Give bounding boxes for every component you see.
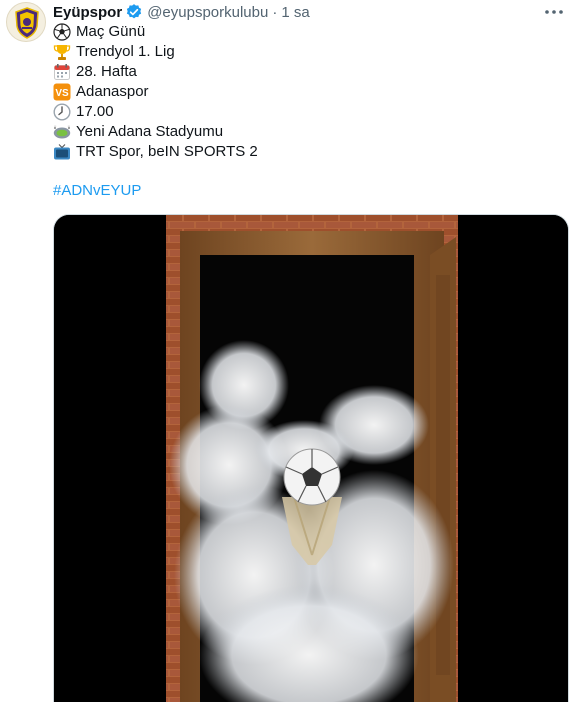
tweet-video[interactable] xyxy=(53,214,569,702)
more-options-icon[interactable] xyxy=(542,2,566,22)
line-match-day: Maç Günü xyxy=(53,22,553,42)
hashtag-link[interactable]: #ADNvEYUP xyxy=(53,181,141,201)
stadium-icon xyxy=(53,123,71,141)
avatar[interactable] xyxy=(6,2,46,42)
line-stadium: Yeni Adana Stadyumu xyxy=(53,122,553,142)
line-text: Maç Günü xyxy=(76,23,146,40)
television-icon xyxy=(53,143,71,161)
tweet-text: Maç Günü Trendyol 1. Lig 28. Hafta VS Ad… xyxy=(53,22,553,162)
trophy-icon xyxy=(53,43,71,61)
soccer-ball-icon xyxy=(53,23,71,41)
line-week: 28. Hafta xyxy=(53,62,553,82)
line-text: 17.00 xyxy=(76,103,114,120)
vs-icon: VS xyxy=(53,83,71,101)
line-broadcast: TRT Spor, beIN SPORTS 2 xyxy=(53,142,553,162)
display-name[interactable]: Eyüpspor xyxy=(53,4,122,21)
verified-badge-icon xyxy=(125,3,143,21)
door-smoke-trophy-image xyxy=(54,215,568,702)
line-text: TRT Spor, beIN SPORTS 2 xyxy=(76,143,258,160)
line-opponent: VS Adanaspor xyxy=(53,82,553,102)
timestamp[interactable]: 1 sa xyxy=(281,4,309,21)
line-text: Yeni Adana Stadyumu xyxy=(76,123,224,140)
handle[interactable]: @eyupsporkulubu xyxy=(147,4,268,21)
vs-badge-text: VS xyxy=(55,88,69,99)
calendar-icon xyxy=(53,63,71,81)
line-text: Trendyol 1. Lig xyxy=(76,43,175,60)
separator-dot: · xyxy=(272,3,278,21)
tweet-header: Eyüpspor @eyupsporkulubu · 1 sa xyxy=(53,2,310,22)
clock-icon xyxy=(53,103,71,121)
club-crest-icon xyxy=(15,7,39,39)
line-league: Trendyol 1. Lig xyxy=(53,42,553,62)
line-text: 28. Hafta xyxy=(76,63,137,80)
line-time: 17.00 xyxy=(53,102,553,122)
line-text: Adanaspor xyxy=(76,83,149,100)
